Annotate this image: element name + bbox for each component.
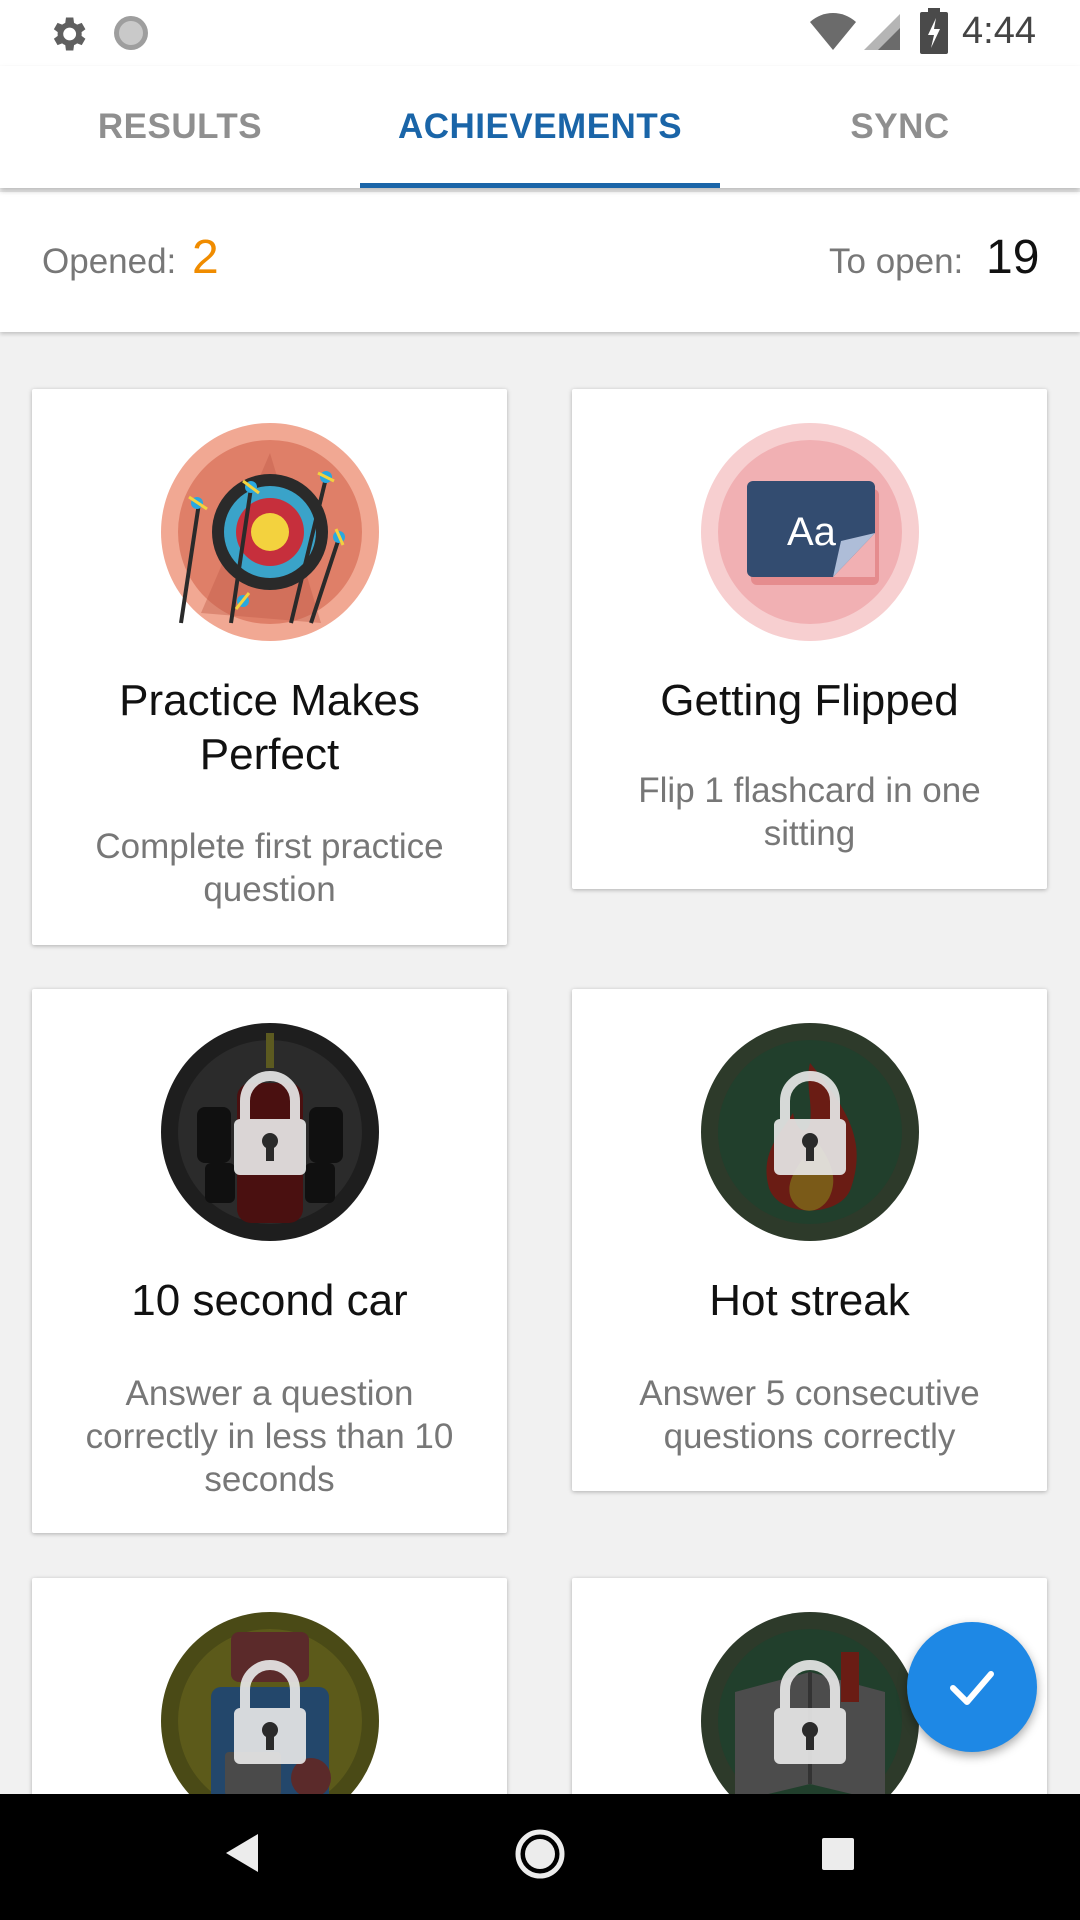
achievement-card-hot-streak[interactable]: Hot streak Answer 5 consecutive question… xyxy=(572,989,1047,1491)
tab-achievements[interactable]: ACHIEVEMENTS xyxy=(360,66,720,188)
system-nav-bar xyxy=(0,1794,1080,1920)
recents-icon[interactable] xyxy=(820,1836,856,1872)
flame-icon xyxy=(701,1023,919,1241)
battery-charging-icon xyxy=(920,8,948,54)
to-open-count: 19 xyxy=(986,231,1040,284)
achievement-title: 10 second car xyxy=(131,1276,408,1325)
back-icon[interactable] xyxy=(224,1832,260,1874)
home-icon[interactable] xyxy=(514,1828,566,1880)
target-icon xyxy=(161,423,379,641)
achievements-summary: Opened: 2 To open: 19 xyxy=(0,192,1080,332)
check-icon xyxy=(950,1671,994,1705)
done-fab-button[interactable] xyxy=(907,1622,1037,1752)
flashcard-text: Aa xyxy=(787,510,837,554)
achievement-description: Flip 1 flashcard in one sitting xyxy=(638,771,981,853)
achievement-description: Answer 5 consecutive questions correctly xyxy=(639,1374,980,1456)
wifi-icon xyxy=(810,13,856,50)
cell-signal-icon xyxy=(864,14,900,50)
sync-spinner-icon xyxy=(114,16,148,50)
achievement-title: Practice Makes Perfect xyxy=(119,676,420,779)
achievement-card-practice-makes-perfect[interactable]: Practice Makes Perfect Complete first pr… xyxy=(32,389,507,945)
achievement-description: Complete first practice question xyxy=(95,827,444,909)
opened-count: 2 xyxy=(192,231,219,284)
opened-label: Opened: xyxy=(42,242,177,281)
status-time: 4:44 xyxy=(962,10,1036,52)
achievement-description: Answer a question correctly in less than… xyxy=(85,1374,454,1499)
settings-gear-icon xyxy=(53,17,86,51)
active-tab-indicator xyxy=(360,183,720,188)
achievement-title: Getting Flipped xyxy=(660,676,959,725)
to-open-label: To open: xyxy=(829,242,964,281)
flashcard-icon: Aa xyxy=(701,423,919,641)
achievement-card-10-second-car[interactable]: 10 second car Answer a question correctl… xyxy=(32,989,507,1533)
tab-sync[interactable]: SYNC xyxy=(720,66,1080,188)
status-bar: 4:44 xyxy=(0,0,1080,66)
achievement-card-getting-flipped[interactable]: Aa Getting Flipped Flip 1 flashcard in o… xyxy=(572,389,1047,889)
achievement-title: Hot streak xyxy=(709,1276,910,1325)
tab-bar: RESULTS ACHIEVEMENTS SYNC xyxy=(0,66,1080,188)
race-car-icon xyxy=(161,1023,379,1241)
tab-results[interactable]: RESULTS xyxy=(0,66,360,188)
